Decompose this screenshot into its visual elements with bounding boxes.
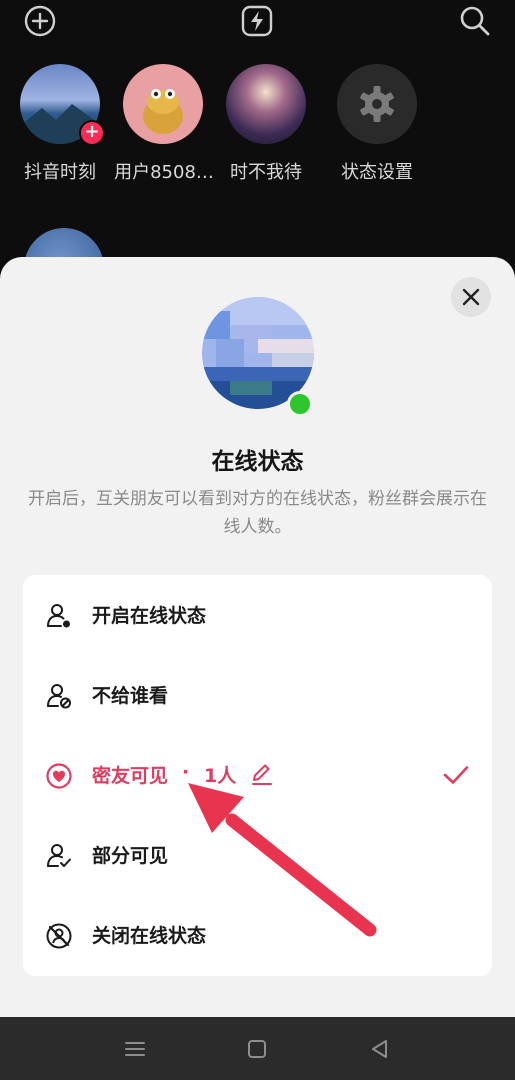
option-label: 开启在线状态: [92, 605, 207, 627]
online-indicator: [287, 391, 313, 417]
option-close-friends[interactable]: 密友可见 · 1人: [23, 735, 492, 815]
person-blocked-icon: [45, 682, 73, 710]
checkmark-icon: [442, 761, 470, 789]
option-label: 部分可见: [92, 845, 169, 867]
person-off-icon: [45, 922, 73, 950]
contact-name: 用户8508…: [114, 162, 214, 183]
separator: ·: [182, 761, 190, 783]
avatar: [123, 64, 203, 144]
sheet-title: 在线状态: [211, 449, 304, 475]
gear-icon: [360, 86, 394, 122]
option-label: 不给谁看: [92, 685, 169, 707]
contact-douyin-moment[interactable]: + 抖音时刻: [5, 64, 115, 184]
close-icon: [462, 288, 480, 306]
home-icon[interactable]: [243, 1035, 271, 1063]
close-button[interactable]: [451, 277, 491, 317]
contact-status-settings[interactable]: 状态设置: [322, 64, 432, 184]
online-status-sheet: 在线状态 开启后，互关朋友可以看到对方的在线状态，粉丝群会展示在线人数。 开启在…: [0, 257, 515, 1017]
contact-user[interactable]: 用户8508…: [108, 64, 218, 184]
option-label: 关闭在线状态: [92, 925, 207, 947]
top-bar: [0, 0, 515, 50]
visibility-options: 开启在线状态 不给谁看 密友可见 · 1人 部分可见 关闭在线状态: [23, 575, 492, 976]
avatar: [337, 64, 417, 144]
option-enable-online-status[interactable]: 开启在线状态: [23, 575, 492, 655]
option-partially-visible[interactable]: 部分可见: [23, 815, 492, 895]
contact-name: 时不我待: [230, 162, 302, 183]
option-label: 密友可见: [92, 765, 169, 787]
flash-icon[interactable]: [240, 4, 274, 38]
heart-circle-icon: [45, 762, 73, 790]
avatar: [226, 64, 306, 144]
contact-name: 抖音时刻: [24, 162, 96, 183]
person-check-icon: [45, 842, 73, 870]
menu-icon[interactable]: [121, 1035, 149, 1063]
contact-name: 状态设置: [341, 162, 413, 183]
add-badge-icon[interactable]: +: [79, 120, 105, 146]
system-nav-bar: [0, 1017, 515, 1080]
search-icon[interactable]: [458, 4, 492, 38]
option-disable-online-status[interactable]: 关闭在线状态: [23, 895, 492, 975]
add-friend-icon[interactable]: [23, 4, 57, 38]
option-hide-from[interactable]: 不给谁看: [23, 655, 492, 735]
edit-icon[interactable]: [249, 761, 275, 787]
contacts-row: + 抖音时刻 用户8508… 时不我待 状态设置: [0, 64, 515, 194]
sheet-description: 开启后，互关朋友可以看到对方的在线状态，粉丝群会展示在线人数。: [28, 489, 487, 537]
back-icon[interactable]: [366, 1035, 394, 1063]
member-count: 1人: [204, 765, 237, 787]
contact-shi-bu-wo-dai[interactable]: 时不我待: [211, 64, 321, 184]
person-dot-icon: [45, 602, 73, 630]
